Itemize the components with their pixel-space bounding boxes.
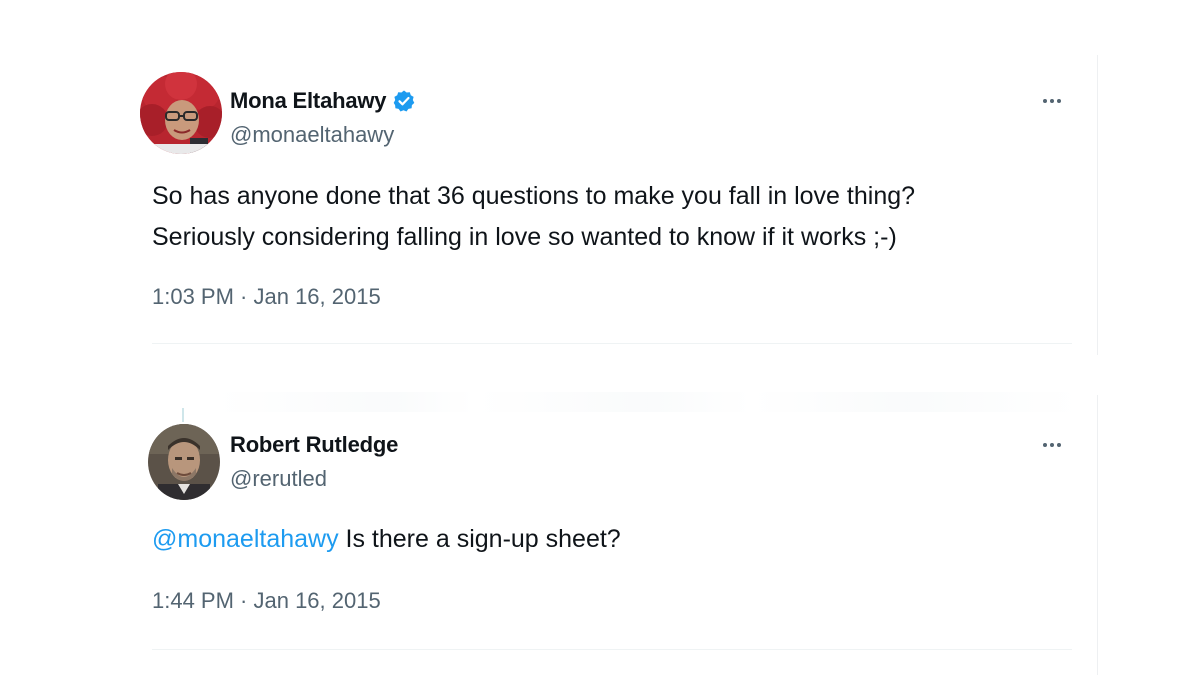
divider [152,649,1072,650]
tweet-timestamp[interactable]: 1:03 PM · Jan 16, 2015 [152,284,381,310]
verified-badge-icon[interactable] [392,89,416,113]
more-options-button[interactable] [1037,86,1067,116]
avatar[interactable] [140,72,222,154]
column-border [1097,395,1098,675]
tweet-timestamp[interactable]: 1:44 PM · Jan 16, 2015 [152,588,381,614]
avatar[interactable] [148,424,220,500]
column-border [1097,55,1098,355]
tweet-text-line: So has anyone done that 36 questions to … [152,182,916,210]
avatar-red-hair-icon [140,72,222,154]
tweet-thread-canvas: Mona Eltahawy @monaeltahawy So has anyon… [0,0,1200,675]
mention-link[interactable]: @monaeltahawy [152,525,339,553]
thread-connector-line [182,408,184,422]
tweet-text-content: Is there a sign-up sheet? [338,525,621,553]
more-options-icon [1043,443,1061,447]
tweet-text: So has anyone done that 36 questions to … [152,176,1072,258]
author-name-row[interactable]: Robert Rutledge [230,432,398,458]
tweet-text-line: Seriously considering falling in love so… [152,223,897,251]
more-options-button[interactable] [1037,430,1067,460]
tweet-card[interactable]: Robert Rutledge @rerutled @monaeltahawy … [140,424,1075,654]
author-display-name[interactable]: Mona Eltahawy [230,88,387,114]
avatar-man-icon [148,424,220,500]
author-handle[interactable]: @rerutled [230,466,327,492]
author-display-name[interactable]: Robert Rutledge [230,432,398,458]
divider [152,343,1072,344]
more-options-icon [1043,99,1061,103]
author-handle[interactable]: @monaeltahawy [230,122,394,148]
author-name-row[interactable]: Mona Eltahawy [230,88,416,114]
tweet-text: @monaeltahawy Is there a sign-up sheet? [152,519,1072,560]
faint-divider-strip [215,392,1080,412]
tweet-card[interactable]: Mona Eltahawy @monaeltahawy So has anyon… [140,72,1075,347]
